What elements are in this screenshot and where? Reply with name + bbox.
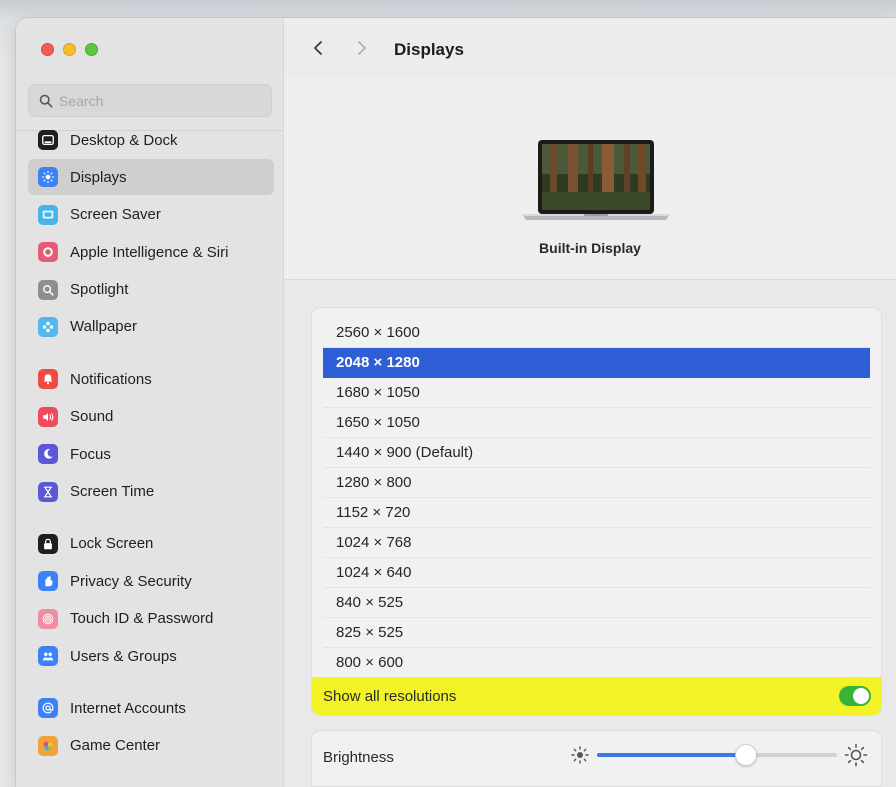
resolution-option[interactable]: 1280 × 800: [323, 468, 870, 498]
sidebar-item-label: Users & Groups: [70, 647, 177, 665]
fingerprint-icon: [38, 608, 58, 629]
resolution-option[interactable]: 1680 × 1050: [323, 378, 870, 408]
sidebar-item-label: Screen Saver: [70, 206, 161, 224]
sidebar-item-screen-time[interactable]: Screen Time: [28, 474, 274, 510]
resolution-option[interactable]: 1650 × 1050: [323, 408, 870, 438]
forward-button[interactable]: [350, 36, 374, 60]
at-icon: [38, 698, 58, 719]
users-icon: [38, 646, 58, 667]
sidebar-item-label: Focus: [70, 445, 111, 463]
sidebar-item-label: Sound: [70, 408, 114, 426]
lock-icon: [38, 533, 58, 554]
sidebar-item-notifications[interactable]: Notifications: [28, 361, 274, 397]
screensaver-icon: [38, 204, 58, 225]
sidebar-item-game-center[interactable]: Game Center: [28, 728, 274, 764]
settings-content: 2560 × 1600 2048 × 1280 1680 × 1050 1650 × …: [284, 280, 896, 787]
toggle-knob: [853, 688, 869, 704]
brightness-slider-fill: [597, 753, 746, 757]
sidebar-item-spotlight[interactable]: Spotlight: [28, 272, 274, 308]
search-field[interactable]: [28, 84, 272, 117]
bell-icon: [38, 369, 58, 390]
moon-icon: [38, 444, 58, 465]
toolbar: Displays: [284, 18, 896, 78]
display-name: Built-in Display: [539, 240, 641, 256]
brightness-slider-knob[interactable]: [734, 744, 757, 766]
resolution-list: 2560 × 1600 2048 × 1280 1680 × 1050 1650 × …: [323, 318, 870, 678]
sidebar-item-focus[interactable]: Focus: [28, 436, 274, 472]
sidebar: Desktop & Dock Displays Screen Saver Apple …: [16, 18, 284, 787]
sun-large-icon: [844, 743, 868, 767]
zoom-window-button[interactable]: [85, 43, 98, 56]
sidebar-item-desktop-dock[interactable]: Desktop & Dock: [28, 122, 274, 158]
main-pane: Displays Built-in Display 2560 × 1600 20…: [284, 18, 896, 787]
resolution-option[interactable]: 1024 × 768: [323, 528, 870, 558]
gamecenter-icon: [38, 735, 58, 756]
laptop-display-image[interactable]: [516, 130, 676, 230]
close-window-button[interactable]: [41, 43, 54, 56]
sidebar-item-label: Lock Screen: [70, 535, 154, 553]
sidebar-item-label: Notifications: [70, 370, 152, 388]
sidebar-item-label: Touch ID & Password: [70, 610, 214, 628]
hand-icon: [38, 571, 58, 592]
chevron-right-icon: [358, 41, 366, 55]
resolution-option[interactable]: 1024 × 640: [323, 558, 870, 588]
sidebar-item-screen-saver[interactable]: Screen Saver: [28, 197, 274, 233]
resolution-option[interactable]: 2560 × 1600: [323, 318, 870, 348]
resolution-option[interactable]: 1440 × 900 (Default): [323, 438, 870, 468]
sidebar-item-wallpaper[interactable]: Wallpaper: [28, 309, 274, 345]
sidebar-item-label: Wallpaper: [70, 318, 137, 336]
sun-small-icon: [571, 746, 589, 764]
sidebar-item-label: Desktop & Dock: [70, 131, 178, 149]
resolution-option[interactable]: 2048 × 1280: [323, 348, 870, 378]
search-icon: [39, 94, 53, 107]
resolution-option[interactable]: 840 × 525: [323, 588, 870, 618]
sidebar-item-label: Screen Time: [70, 483, 155, 501]
back-button[interactable]: [306, 36, 330, 60]
siri-icon: [38, 242, 58, 263]
page-title: Displays: [394, 40, 464, 59]
sidebar-item-internet-accounts[interactable]: Internet Accounts: [28, 690, 274, 726]
resolution-option[interactable]: 825 × 525: [323, 618, 870, 648]
speaker-icon: [38, 406, 58, 427]
sidebar-item-users-groups[interactable]: Users & Groups: [28, 638, 274, 674]
brightness-label: Brightness: [323, 749, 394, 766]
sidebar-item-displays[interactable]: Displays: [28, 159, 274, 196]
brightness-slider[interactable]: [597, 744, 837, 766]
resolution-option[interactable]: 1152 × 720: [323, 498, 870, 528]
sidebar-item-privacy-security[interactable]: Privacy & Security: [28, 563, 274, 599]
brightness-row: Brightness: [311, 730, 882, 787]
hourglass-icon: [38, 481, 58, 502]
system-settings-window: Desktop & Dock Displays Screen Saver Apple …: [16, 18, 896, 787]
window-controls: [41, 43, 98, 56]
sidebar-item-touch-id-password[interactable]: Touch ID & Password: [28, 601, 274, 637]
sidebar-item-label: Game Center: [70, 737, 161, 755]
resolution-panel: 2560 × 1600 2048 × 1280 1680 × 1050 1650 × …: [311, 307, 882, 716]
show-all-resolutions-toggle[interactable]: [839, 686, 871, 706]
sidebar-item-label: Privacy & Security: [70, 572, 192, 590]
sidebar-item-apple-intelligence-siri[interactable]: Apple Intelligence & Siri: [28, 234, 274, 270]
sidebar-item-lock-screen[interactable]: Lock Screen: [28, 526, 274, 562]
resolution-option[interactable]: 800 × 600: [323, 648, 870, 678]
sidebar-item-sound[interactable]: Sound: [28, 399, 274, 435]
sidebar-item-label: Internet Accounts: [70, 699, 186, 717]
sun-icon: [38, 167, 58, 188]
show-all-resolutions-row: Show all resolutions: [312, 677, 881, 715]
chevron-left-icon: [314, 41, 322, 55]
magnifier-icon: [38, 279, 58, 300]
show-all-resolutions-label: Show all resolutions: [323, 687, 457, 705]
sidebar-list: Desktop & Dock Displays Screen Saver Apple …: [28, 122, 274, 765]
search-input[interactable]: [59, 92, 259, 109]
dock-icon: [38, 130, 58, 150]
minimize-window-button[interactable]: [63, 43, 76, 56]
sidebar-item-label: Apple Intelligence & Siri: [70, 243, 229, 261]
display-header: Built-in Display: [284, 78, 896, 280]
sidebar-item-label: Displays: [70, 168, 127, 186]
sidebar-item-label: Spotlight: [70, 281, 129, 299]
flower-icon: [38, 316, 58, 337]
